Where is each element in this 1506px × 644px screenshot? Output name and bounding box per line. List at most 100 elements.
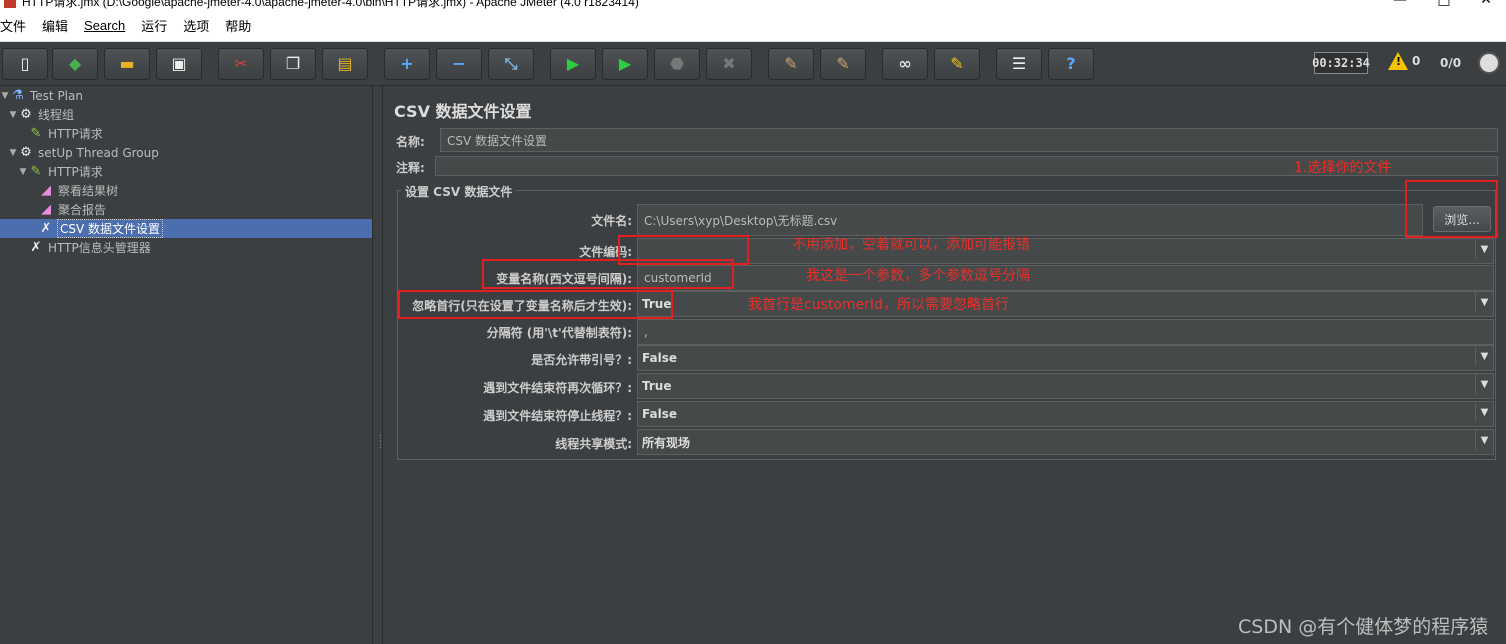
expand-toggle-icon[interactable]: ▼ xyxy=(0,91,10,101)
error-indicator[interactable]: 0 xyxy=(1388,52,1420,70)
variable-names-field[interactable]: customerId xyxy=(637,265,1494,291)
gear-icon: ⚙ xyxy=(20,107,32,122)
collapse-button[interactable]: − xyxy=(436,48,482,80)
tree-item-thread-group[interactable]: ▼ ⚙ 线程组 xyxy=(8,105,74,124)
save-button[interactable]: ▣ xyxy=(156,48,202,80)
menu-edit[interactable]: 编辑 xyxy=(34,16,76,35)
active-threads: 0/0 xyxy=(1440,56,1462,70)
tree-item-label: HTTP请求 xyxy=(48,165,103,179)
test-plan-tree: ▼ ⚗ Test Plan ▼ ⚙ 线程组 ✎ HTTP请求 ▼ ⚙ setUp… xyxy=(0,86,372,644)
chevron-down-icon[interactable]: ▼ xyxy=(1475,346,1493,366)
shutdown-button[interactable]: ✖ xyxy=(706,48,752,80)
menu-search[interactable]: Search xyxy=(76,18,133,33)
maximize-icon[interactable]: □ xyxy=(1424,0,1464,10)
window-title: HTTP请求.jmx (D:\Google\apache-jmeter-4.0\… xyxy=(22,0,639,9)
panel-title: CSV 数据文件设置 xyxy=(394,102,532,121)
toggle-icon: ⤡ xyxy=(504,54,518,73)
new-button[interactable]: ▯ xyxy=(2,48,48,80)
elapsed-timer: 00:32:34 xyxy=(1312,52,1370,74)
open-button[interactable]: ▬ xyxy=(104,48,150,80)
csdn-watermark: CSDN @有个健体梦的程序猿 xyxy=(1238,616,1489,638)
annotation-note-encoding: 不用添加，空着就可以，添加可能报错 xyxy=(792,237,1030,253)
start-no-pause-button[interactable]: ▶ xyxy=(602,48,648,80)
delimiter-field[interactable]: , xyxy=(637,319,1494,345)
tree-item-label: HTTP请求 xyxy=(48,127,103,141)
remote-globe-icon xyxy=(1478,52,1500,74)
chevron-down-icon[interactable]: ▼ xyxy=(1475,374,1493,394)
recycle-value: True xyxy=(642,379,672,393)
clipboard-icon: ▤ xyxy=(337,54,353,73)
menu-help[interactable]: 帮助 xyxy=(217,16,259,35)
stop-button[interactable]: ⬣ xyxy=(654,48,700,80)
menu-run[interactable]: 运行 xyxy=(133,16,175,35)
tools-icon: ✗ xyxy=(40,221,52,236)
minimize-icon[interactable]: — xyxy=(1380,0,1420,10)
broom-icon: ✎ xyxy=(950,54,964,73)
expand-button[interactable]: + xyxy=(384,48,430,80)
filename-label: 文件名: xyxy=(591,214,632,228)
paste-button[interactable]: ▤ xyxy=(322,48,368,80)
sharing-mode-label: 线程共享模式: xyxy=(555,437,632,451)
warning-count: 0 xyxy=(1412,54,1421,68)
minus-icon: − xyxy=(452,54,466,73)
recycle-label: 遇到文件结束符再次循环？: xyxy=(483,381,632,395)
delimiter-label: 分隔符 (用'\t'代替制表符): xyxy=(486,326,632,340)
close-icon[interactable]: ✕ xyxy=(1466,0,1506,10)
tree-item-csv-data-set[interactable]: ✗ CSV 数据文件设置 xyxy=(0,219,372,238)
reset-search-button[interactable]: ✎ xyxy=(934,48,980,80)
clear-button[interactable]: ✎ xyxy=(768,48,814,80)
filename-field[interactable]: C:\Users\xyp\Desktop\无标题.csv xyxy=(637,204,1423,236)
sharing-mode-value: 所有现场 xyxy=(642,435,691,450)
expand-toggle-icon[interactable]: ▼ xyxy=(18,167,28,177)
menu-options[interactable]: 选项 xyxy=(175,16,217,35)
toolbar: ▯ ◆ ▬ ▣ ✂ ❐ ▤ + − ⤡ ▶ ▶ ⬣ ✖ ✎ ✎ ∞ ✎ ☰ ? xyxy=(0,42,1506,86)
allow-quoted-combo[interactable]: False ▼ xyxy=(637,345,1494,371)
toggle-button[interactable]: ⤡ xyxy=(488,48,534,80)
start-button[interactable]: ▶ xyxy=(550,48,596,80)
copy-button[interactable]: ❐ xyxy=(270,48,316,80)
menu-file[interactable]: 文件 xyxy=(0,16,34,35)
warning-icon xyxy=(1388,52,1408,70)
templates-button[interactable]: ◆ xyxy=(52,48,98,80)
chevron-down-icon[interactable]: ▼ xyxy=(1475,402,1493,422)
jmeter-app-icon xyxy=(4,0,16,8)
tools-icon: ✗ xyxy=(30,240,42,255)
recycle-combo[interactable]: True ▼ xyxy=(637,373,1494,399)
tree-item-http-request-1[interactable]: ✎ HTTP请求 xyxy=(28,124,103,143)
chart-icon: ◢ xyxy=(41,183,51,198)
expand-toggle-icon[interactable]: ▼ xyxy=(8,148,18,158)
folder-icon: ▬ xyxy=(119,54,135,73)
chevron-down-icon[interactable]: ▼ xyxy=(1475,430,1493,450)
search-button[interactable]: ∞ xyxy=(882,48,928,80)
title-bar: HTTP请求.jmx (D:\Google\apache-jmeter-4.0\… xyxy=(0,0,1506,10)
encoding-combo[interactable]: ▼ xyxy=(637,238,1494,264)
sharing-mode-combo[interactable]: 所有现场 ▼ xyxy=(637,429,1494,455)
allow-quoted-label: 是否允许带引号？: xyxy=(531,353,632,367)
function-helper-button[interactable]: ☰ xyxy=(996,48,1042,80)
flask-icon: ⚗ xyxy=(12,88,24,103)
chevron-down-icon[interactable]: ▼ xyxy=(1475,292,1493,312)
menu-bar: 文件 编辑 Search 运行 选项 帮助 xyxy=(0,10,1506,42)
clear-all-button[interactable]: ✎ xyxy=(820,48,866,80)
stop-thread-combo[interactable]: False ▼ xyxy=(637,401,1494,427)
tree-item-setup-thread-group[interactable]: ▼ ⚙ setUp Thread Group xyxy=(8,143,159,162)
templates-icon: ◆ xyxy=(68,54,82,73)
tree-item-label: setUp Thread Group xyxy=(38,145,159,160)
cut-button[interactable]: ✂ xyxy=(218,48,264,80)
tree-item-label: CSV 数据文件设置 xyxy=(56,219,164,238)
tree-item-header-manager[interactable]: ✗ HTTP信息头管理器 xyxy=(28,238,151,257)
tree-item-aggregate-report[interactable]: ◢ 聚合报告 xyxy=(38,200,106,219)
group-title: 设置 CSV 数据文件 xyxy=(401,183,517,200)
split-pane-divider[interactable]: ⋮ ⋮ xyxy=(372,86,385,644)
tree-item-http-request-2[interactable]: ▼ ✎ HTTP请求 xyxy=(18,162,103,181)
help-button[interactable]: ? xyxy=(1048,48,1094,80)
broom-all-icon: ✎ xyxy=(836,54,850,73)
expand-toggle-icon[interactable]: ▼ xyxy=(8,110,18,120)
binoculars-icon: ∞ xyxy=(898,54,912,73)
chevron-down-icon[interactable]: ▼ xyxy=(1475,239,1493,259)
tree-item-test-plan[interactable]: ▼ ⚗ Test Plan xyxy=(0,86,83,105)
allow-quoted-value: False xyxy=(642,351,677,365)
tree-item-view-results-tree[interactable]: ◢ 察看结果树 xyxy=(38,181,118,200)
annotation-box-browse xyxy=(1405,180,1498,238)
name-field[interactable]: CSV 数据文件设置 xyxy=(440,128,1498,152)
